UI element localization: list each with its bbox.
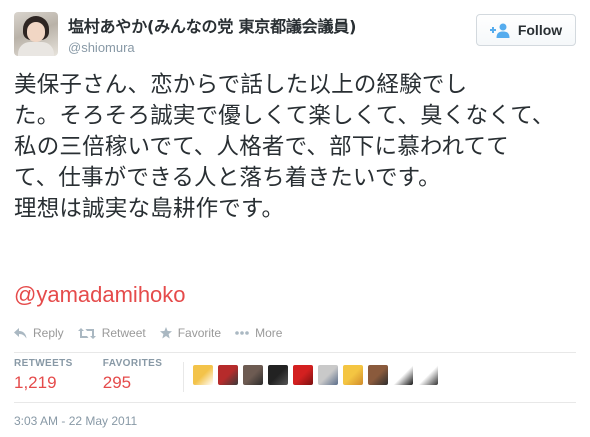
divider [14,402,576,403]
favorites-stat[interactable]: FAVORITES 295 [103,358,163,398]
favoriter-avatar-7[interactable] [343,365,363,385]
star-icon [159,327,172,339]
favoriter-avatar-8[interactable] [368,365,388,385]
favorite-label: Favorite [177,326,222,340]
more-dots-icon [235,331,249,335]
reply-action[interactable]: Reply [14,326,64,340]
mention-link[interactable]: @yamadamihoko [14,282,186,308]
retweets-count[interactable]: 1,219 [14,373,73,393]
favoriter-avatar-5[interactable] [293,365,313,385]
user-fullname[interactable]: 塩村あやか(みんなの党 東京都議会議員) [68,13,356,37]
reply-icon [14,327,27,338]
tweet-actions: Reply Retweet Favorite More [14,326,296,340]
retweet-icon [77,327,96,339]
favoriter-avatar-3[interactable] [243,365,263,385]
retweets-label: RETWEETS [14,358,73,369]
more-action[interactable]: More [235,326,282,340]
favoriter-avatars [193,365,443,385]
user-screenname[interactable]: @shiomura [68,40,356,55]
tweet-text-line: 理想は誠実な島耕作です。 [14,196,285,222]
tweet-text-line: 美保子さん、恋からで話した以上の経験でし [14,72,468,98]
retweet-action[interactable]: Retweet [77,326,146,340]
tweet-text-line: た。そろそろ誠実で優しくて楽しくて、臭くなくて、 [14,103,555,129]
retweets-stat[interactable]: RETWEETS 1,219 [14,358,73,398]
divider [14,352,576,353]
tweet-timestamp[interactable]: 3:03 AM - 22 May 2011 [14,414,137,428]
retweet-label: Retweet [101,326,146,340]
favorite-action[interactable]: Favorite [159,326,222,340]
more-label: More [255,326,283,340]
favoriter-avatar-6[interactable] [318,365,338,385]
tweet-text-line: 私の三倍稼いでて、人格者で、部下に慕われてて [14,134,509,160]
reply-label: Reply [33,326,64,340]
favorites-count[interactable]: 295 [103,373,163,393]
follow-person-plus-icon [489,22,512,38]
user-names: 塩村あやか(みんなの党 東京都議会議員) @shiomura [68,13,356,55]
follow-button-label: Follow [517,22,563,38]
favorites-label: FAVORITES [102,358,163,369]
favoriter-avatar-1[interactable] [193,365,213,385]
follow-button[interactable]: Follow [476,14,576,46]
favoriter-avatar-9[interactable] [393,365,413,385]
tweet-text: 美保子さん、恋からで話した以上の経験でし た。そろそろ誠実で優しくて楽しくて、臭… [14,70,580,225]
tweet-text-line: て、仕事ができる人と落ち着きたいです。 [14,165,441,191]
tweet-header: 塩村あやか(みんなの党 東京都議会議員) @shiomura Follow [14,12,576,56]
tweet-stats: RETWEETS 1,219 FAVORITES 295 [14,358,192,398]
stats-separator [183,362,184,392]
favoriter-avatar-10[interactable] [418,365,438,385]
favoriter-avatar-2[interactable] [218,365,238,385]
favoriter-avatar-4[interactable] [268,365,288,385]
user-avatar[interactable] [14,12,58,56]
